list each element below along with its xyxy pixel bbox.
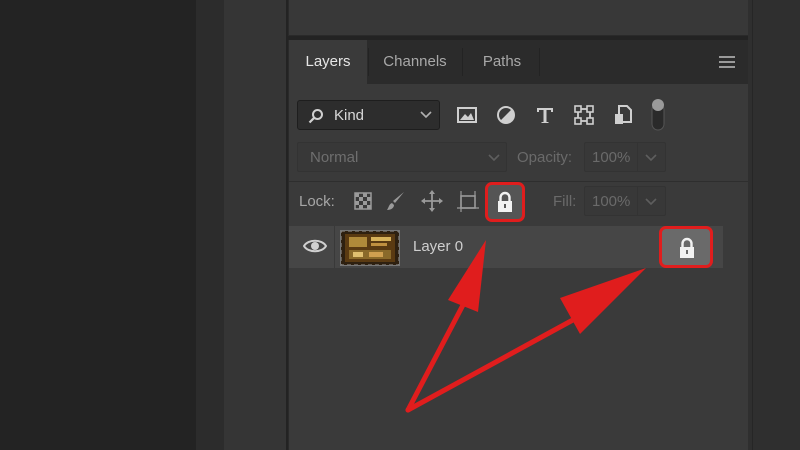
smart-object-filter-icon[interactable] xyxy=(610,102,636,128)
lock-label: Lock: xyxy=(299,193,335,210)
lock-image-pixels-icon[interactable] xyxy=(383,188,409,214)
panel-dock-strip xyxy=(748,0,800,450)
panel-tab-bar: Layers Channels Paths xyxy=(289,40,748,84)
visibility-eye-icon[interactable] xyxy=(303,236,327,256)
chevron-down-icon xyxy=(488,154,500,162)
type-filter-icon[interactable] xyxy=(532,102,558,128)
lock-artboard-icon[interactable] xyxy=(455,188,481,214)
opacity-value: 100% xyxy=(592,149,631,166)
tab-divider xyxy=(539,48,540,76)
lock-all-icon xyxy=(498,191,512,212)
search-icon xyxy=(308,109,323,124)
divider xyxy=(637,143,638,171)
upper-panel xyxy=(288,0,748,36)
lock-icon xyxy=(680,237,694,258)
layer-thumbnail xyxy=(340,230,400,266)
image-filter-icon[interactable] xyxy=(454,102,480,128)
fill-value: 100% xyxy=(592,193,631,210)
kind-filter-select[interactable]: Kind xyxy=(297,100,440,130)
divider xyxy=(637,187,638,215)
lock-transparent-pixels-icon[interactable] xyxy=(350,188,376,214)
lock-all-button[interactable] xyxy=(485,182,525,222)
filter-toggle-icon[interactable] xyxy=(649,98,667,132)
layer-row[interactable]: Layer 0 xyxy=(289,226,723,268)
layer-name: Layer 0 xyxy=(413,238,464,255)
canvas-background xyxy=(0,0,196,450)
tab-channels[interactable]: Channels xyxy=(369,40,461,84)
blend-mode-select[interactable]: Normal xyxy=(297,142,507,172)
blend-mode-value: Normal xyxy=(310,149,359,166)
panel-dock-column xyxy=(224,0,286,450)
chevron-down-icon xyxy=(645,198,657,206)
layers-panel: Layers Channels Paths Kind Normal Opacit… xyxy=(288,40,748,450)
thumbnail-image xyxy=(341,231,399,265)
chevron-down-icon xyxy=(420,111,432,119)
chevron-down-icon xyxy=(645,154,657,162)
fill-label: Fill: xyxy=(553,193,577,210)
adjustment-filter-icon[interactable] xyxy=(493,102,519,128)
opacity-label: Opacity: xyxy=(517,149,573,166)
shape-filter-icon[interactable] xyxy=(571,102,597,128)
tab-layers[interactable]: Layers xyxy=(289,40,367,84)
toolbar-gutter xyxy=(196,0,224,450)
divider xyxy=(752,0,753,450)
panel-menu-icon[interactable] xyxy=(719,56,735,68)
opacity-field[interactable]: 100% xyxy=(584,142,666,172)
kind-filter-label: Kind xyxy=(334,107,365,124)
divider xyxy=(334,226,335,268)
layer-lock-indicator[interactable] xyxy=(659,226,713,268)
tab-divider xyxy=(462,48,463,76)
lock-position-icon[interactable] xyxy=(419,188,445,214)
fill-field[interactable]: 100% xyxy=(584,186,666,216)
tab-paths[interactable]: Paths xyxy=(465,40,539,84)
